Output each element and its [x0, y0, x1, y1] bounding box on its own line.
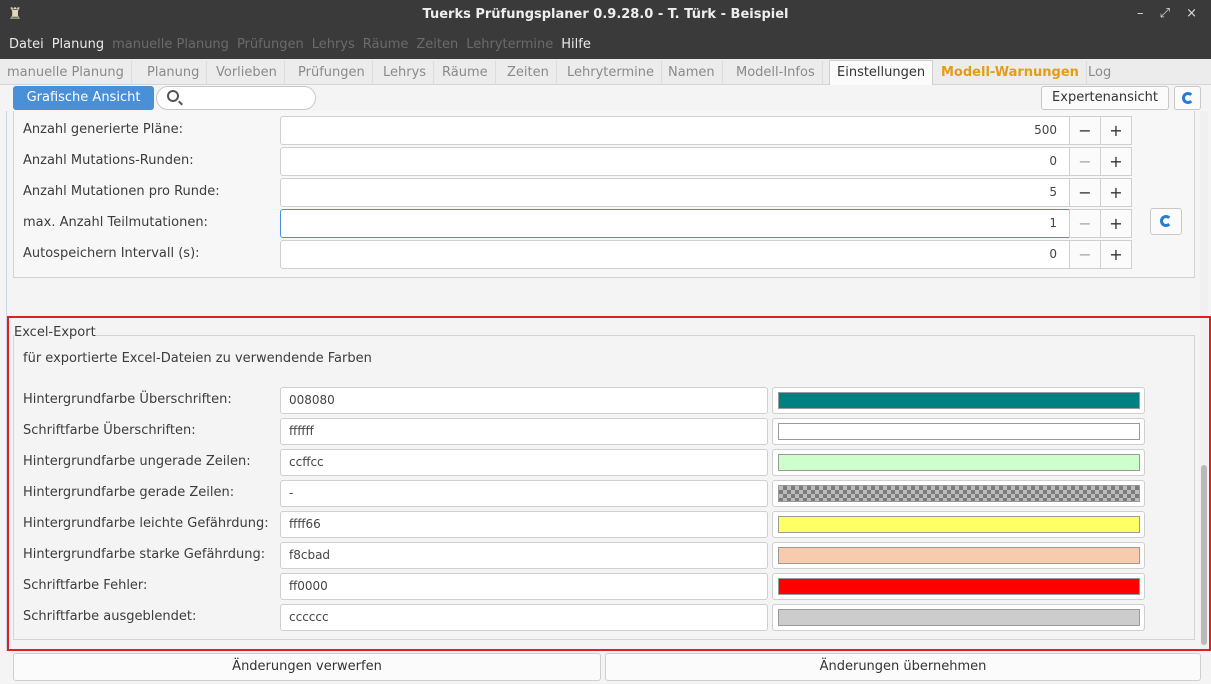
tab-namen[interactable]: Namen — [661, 61, 723, 85]
color-label: Schriftfarbe ausgeblendet: — [23, 609, 197, 624]
color-preview — [772, 511, 1145, 538]
color-preview — [772, 573, 1145, 600]
setting-label: Anzahl generierte Pläne: — [23, 122, 183, 137]
autosave-interval-field[interactable]: 0 — [280, 240, 1070, 269]
menu-lehrytermine: Lehrytermine — [466, 37, 554, 52]
color-preview — [772, 418, 1145, 445]
title-bar: ♜ Tuerks Prüfungsplaner 0.9.28.0 - T. Tü… — [0, 0, 1211, 30]
menu-raeume: Räume — [362, 37, 409, 52]
header-bg-color-field[interactable]: 008080 — [280, 387, 768, 414]
color-preview — [772, 480, 1145, 507]
color-swatch — [778, 516, 1140, 533]
decrement-button[interactable]: − — [1069, 116, 1101, 145]
menu-bar: Datei Planung manuelle Planung Prüfungen Leh… — [0, 30, 1211, 59]
menu-datei[interactable]: Datei — [0, 30, 48, 59]
generated-plans-field[interactable]: 500 — [280, 116, 1070, 145]
even-rows-color-field[interactable]: - — [280, 480, 768, 507]
color-swatch — [778, 423, 1140, 440]
window-title: Tuerks Prüfungsplaner 0.9.28.0 - T. Türk… — [422, 7, 789, 22]
decrement-button[interactable]: − — [1069, 240, 1101, 269]
color-label: Hintergrundfarbe starke Gefährdung: — [23, 547, 266, 562]
strong-risk-color-field[interactable]: f8cbad — [280, 542, 768, 569]
decrement-button[interactable]: − — [1069, 147, 1101, 176]
tab-lehrys[interactable]: Lehrys — [376, 61, 435, 85]
tab-pruefungen[interactable]: Prüfungen — [291, 61, 373, 85]
group-border — [92, 335, 1195, 336]
reset-button[interactable] — [1150, 208, 1182, 235]
color-swatch — [778, 547, 1140, 564]
color-swatch — [778, 578, 1140, 595]
toolbar: Grafische Ansicht Expertenansicht — [0, 85, 1211, 111]
color-swatch — [778, 454, 1140, 471]
refresh-icon — [1160, 215, 1172, 227]
search-icon — [167, 90, 179, 102]
tab-manuelle-planung[interactable]: manuelle Planung — [0, 61, 132, 85]
mutation-rounds-field[interactable]: 0 — [280, 147, 1070, 176]
tab-log[interactable]: Log — [1081, 61, 1118, 85]
refresh-icon — [1182, 92, 1194, 104]
light-risk-color-field[interactable]: ffff66 — [280, 511, 768, 538]
color-label: Schriftfarbe Überschriften: — [23, 423, 196, 438]
increment-button[interactable]: + — [1100, 147, 1132, 176]
mutations-per-round-field[interactable]: 5 — [280, 178, 1070, 207]
menu-zeiten: Zeiten — [416, 37, 459, 52]
expert-view-button[interactable]: Expertenansicht — [1041, 86, 1169, 110]
max-partial-mutations-field[interactable]: 1 — [280, 209, 1070, 238]
tab-planung[interactable]: Planung — [140, 61, 208, 85]
excel-export-title: Excel-Export — [14, 325, 96, 340]
increment-button[interactable]: + — [1100, 209, 1132, 238]
color-preview — [772, 604, 1145, 631]
color-label: Hintergrundfarbe gerade Zeilen: — [23, 485, 235, 500]
transparent-swatch — [778, 485, 1140, 502]
color-swatch — [778, 392, 1140, 409]
menu-hilfe[interactable]: Hilfe — [557, 30, 595, 59]
increment-button[interactable]: + — [1100, 116, 1132, 145]
header-font-color-field[interactable]: ffffff — [280, 418, 768, 445]
tab-lehrytermine[interactable]: Lehrytermine — [560, 61, 663, 85]
color-label: Hintergrundfarbe Überschriften: — [23, 392, 232, 407]
color-label: Hintergrundfarbe leichte Gefährdung: — [23, 516, 269, 531]
menu-lehrys: Lehrys — [311, 37, 355, 52]
color-preview — [772, 542, 1145, 569]
tab-einstellungen[interactable]: Einstellungen — [829, 60, 934, 85]
color-label: Hintergrundfarbe ungerade Zeilen: — [23, 454, 251, 469]
setting-label: Autospeichern Intervall (s): — [23, 246, 200, 261]
color-swatch — [778, 609, 1140, 626]
refresh-button[interactable] — [1174, 86, 1201, 110]
error-font-color-field[interactable]: ff0000 — [280, 573, 768, 600]
color-preview — [772, 449, 1145, 476]
increment-button[interactable]: + — [1100, 178, 1132, 207]
hidden-font-color-field[interactable]: cccccc — [280, 604, 768, 631]
setting-label: Anzahl Mutations-Runden: — [23, 153, 194, 168]
color-label: Schriftfarbe Fehler: — [23, 578, 148, 593]
menu-planung[interactable]: Planung — [48, 30, 108, 59]
decrement-button[interactable]: − — [1069, 209, 1101, 238]
tab-bar: manuelle Planung Planung Vorlieben Prüfu… — [0, 59, 1211, 85]
search-input[interactable] — [156, 86, 316, 110]
tab-modell-infos[interactable]: Modell-Infos — [729, 61, 823, 85]
decrement-button[interactable]: − — [1069, 178, 1101, 207]
apply-changes-button[interactable]: Änderungen übernehmen — [605, 653, 1201, 681]
discard-changes-button[interactable]: Änderungen verwerfen — [13, 653, 601, 681]
menu-manuelle-planung: manuelle Planung — [112, 37, 229, 52]
tab-zeiten[interactable]: Zeiten — [500, 61, 557, 85]
graphic-view-button[interactable]: Grafische Ansicht — [13, 86, 154, 110]
window-controls[interactable]: – ⤢ × — [1137, 0, 1203, 28]
odd-rows-color-field[interactable]: ccffcc — [280, 449, 768, 476]
excel-export-description: für exportierte Excel-Dateien zu verwend… — [23, 351, 372, 366]
setting-label: max. Anzahl Teilmutationen: — [23, 215, 208, 230]
increment-button[interactable]: + — [1100, 240, 1132, 269]
tab-raeume[interactable]: Räume — [435, 61, 496, 85]
color-preview — [772, 387, 1145, 414]
tab-vorlieben[interactable]: Vorlieben — [209, 61, 285, 85]
menu-pruefungen: Prüfungen — [236, 37, 304, 52]
setting-label: Anzahl Mutationen pro Runde: — [23, 184, 220, 199]
tab-modell-warnungen[interactable]: Modell-Warnungen — [934, 61, 1087, 85]
